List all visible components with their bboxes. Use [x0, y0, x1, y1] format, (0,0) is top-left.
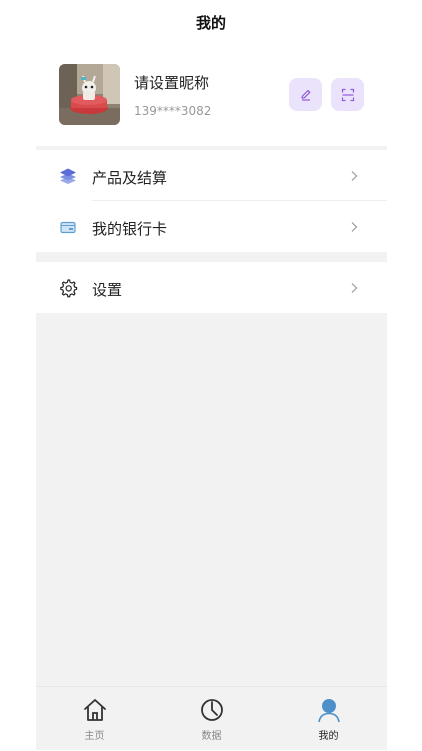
menu-item-bank-cards[interactable]: 我的银行卡 [36, 201, 387, 252]
chevron-right-icon [351, 283, 358, 293]
user-icon [318, 699, 340, 723]
menu-item-label: 设置 [92, 281, 123, 299]
page-title: 我的 [195, 14, 226, 32]
phone-number: 139****3082 [134, 104, 212, 118]
menu-group-settings: 设置 [36, 262, 387, 313]
chart-icon [201, 699, 223, 721]
tab-me[interactable]: 我的 [270, 687, 387, 751]
scan-button[interactable] [331, 78, 364, 111]
menu-group-finance: 产品及结算 我的银行卡 [36, 150, 387, 252]
home-icon [84, 699, 106, 721]
menu-item-label: 我的银行卡 [92, 220, 168, 238]
bank-card-icon [60, 221, 76, 234]
layers-icon [60, 168, 76, 184]
edit-profile-button[interactable] [289, 78, 322, 111]
bottom-tab-bar: 主页 数据 我的 [36, 686, 387, 750]
chevron-right-icon [351, 222, 358, 232]
nickname[interactable]: 请设置昵称 [134, 72, 209, 93]
chevron-right-icon [351, 171, 358, 181]
tab-data[interactable]: 数据 [153, 687, 270, 751]
pencil-icon [300, 89, 310, 101]
tab-home[interactable]: 主页 [36, 687, 153, 751]
scan-icon [341, 88, 354, 101]
gear-icon [60, 279, 78, 298]
tab-label: 数据 [201, 731, 222, 742]
tab-label: 我的 [318, 731, 339, 742]
menu-item-products-settlement[interactable]: 产品及结算 [36, 150, 387, 201]
menu-item-settings[interactable]: 设置 [36, 262, 387, 313]
profile-card: 请设置昵称 139****3082 [36, 46, 387, 146]
menu-item-label: 产品及结算 [92, 169, 168, 187]
content-area: 请设置昵称 139****3082 产品及结算 我的银行卡 设置 [36, 46, 387, 686]
tab-label: 主页 [84, 731, 105, 742]
avatar[interactable] [59, 64, 120, 125]
